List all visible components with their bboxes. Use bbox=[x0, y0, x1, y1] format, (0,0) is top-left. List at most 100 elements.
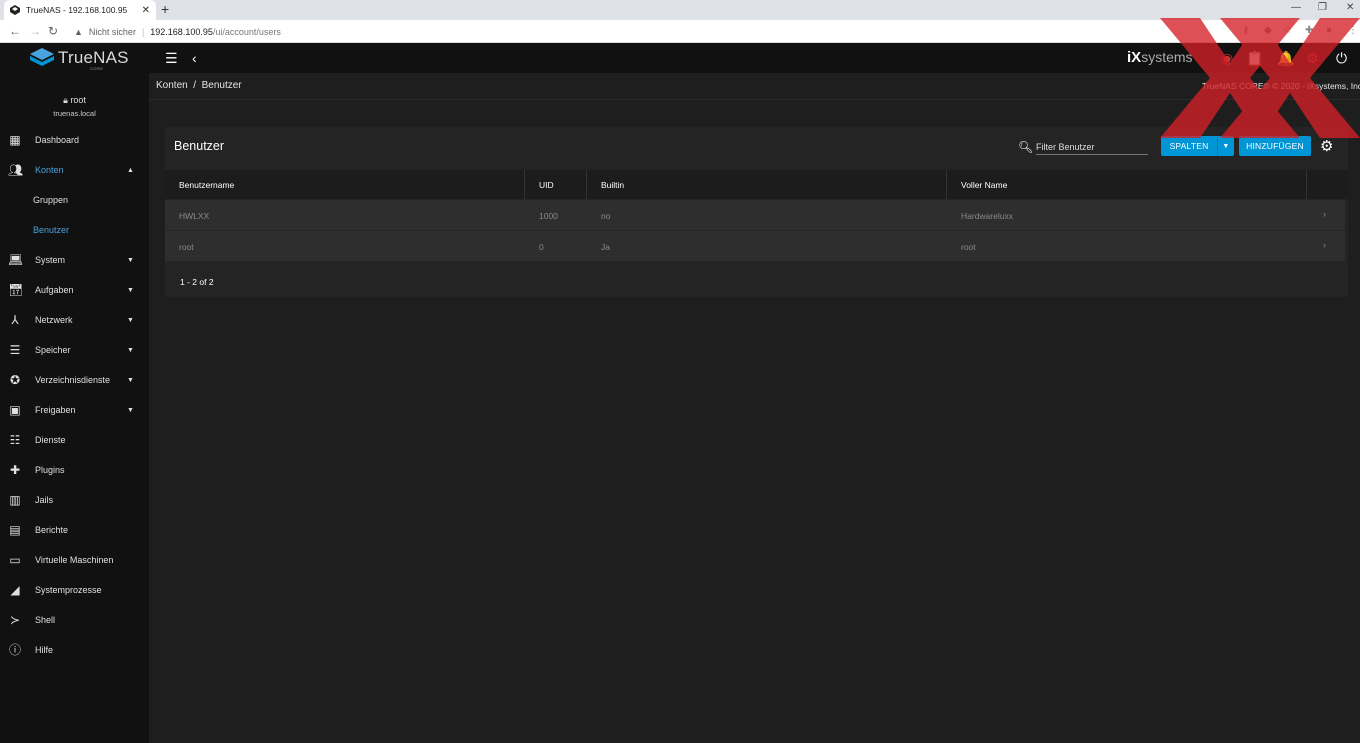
sidebar-item-verzeichnisdienste[interactable]: ✪ Verzeichnisdienste ▼ bbox=[0, 365, 149, 395]
hamburger-menu-icon[interactable]: ☰ bbox=[165, 50, 178, 67]
star-icon[interactable]: ☆ bbox=[1283, 25, 1292, 36]
breadcrumb-trail: Konten / Benutzer bbox=[156, 80, 242, 91]
vendor-prefix: iX bbox=[1127, 49, 1142, 66]
cell-builtin: no bbox=[601, 210, 611, 221]
sidebar-item-label: Konten bbox=[35, 165, 64, 175]
sidebar-item-dienste[interactable]: ☷ Dienste bbox=[0, 425, 149, 455]
sidebar-item-gruppen[interactable]: Gruppen bbox=[0, 185, 149, 215]
browser-tabstrip: TrueNAS - 192.168.100.95 ✕ + — ❐ ✕ bbox=[0, 0, 1360, 20]
sidebar-item-label: Jails bbox=[35, 495, 54, 505]
sidebar-item-freigaben[interactable]: ▣ Freigaben ▼ bbox=[0, 395, 149, 425]
directory-icon: ✪ bbox=[9, 373, 21, 387]
chevron-left-icon[interactable]: ‹ bbox=[192, 50, 197, 66]
column-header-uid[interactable]: UID bbox=[525, 170, 587, 199]
sidebar-item-jails[interactable]: ▥ Jails bbox=[0, 485, 149, 515]
app-topbar: TrueNAS CORE ☰ ‹ iXsystems ◉ 📋 🔔 ⚙ ⏻ bbox=[0, 43, 1360, 73]
breadcrumb-separator: / bbox=[193, 80, 197, 91]
chevron-down-icon: ▼ bbox=[127, 376, 134, 384]
table-settings-gear-icon[interactable]: ⚙ bbox=[1320, 137, 1333, 155]
chevron-down-icon: ▼ bbox=[127, 316, 134, 324]
brand-sub: CORE bbox=[90, 66, 104, 71]
sidebar-item-berichte[interactable]: ▤ Berichte bbox=[0, 515, 149, 545]
users-card: Benutzer 🔍︎ SPALTEN ▼ HINZUFÜGEN ⚙ Benut… bbox=[165, 127, 1348, 297]
breadcrumb-parent[interactable]: Konten bbox=[156, 80, 188, 91]
sidebar-item-system[interactable]: 💻︎ System ▼ bbox=[0, 245, 149, 275]
pagination-info: 1 - 2 of 2 bbox=[180, 277, 214, 287]
forward-arrow-icon[interactable]: → bbox=[29, 24, 41, 38]
sidebar-item-hilfe[interactable]: ⓘ Hilfe bbox=[0, 635, 149, 665]
profile-icon[interactable]: ● bbox=[1326, 25, 1332, 36]
sidebar-item-systemprozesse[interactable]: ◢ Systemprozesse bbox=[0, 575, 149, 605]
chevron-down-icon: ▼ bbox=[127, 406, 134, 414]
storage-icon: ☰ bbox=[9, 343, 21, 357]
power-icon[interactable]: ⏻ bbox=[1336, 50, 1347, 67]
add-user-button[interactable]: HINZUFÜGEN bbox=[1239, 136, 1311, 156]
process-icon: ◢ bbox=[10, 583, 20, 597]
url-field[interactable]: ▲ Nicht sicher | 192.168.100.95 /ui/acco… bbox=[70, 23, 1220, 40]
close-tab-icon[interactable]: ✕ bbox=[142, 5, 150, 16]
reload-icon[interactable]: ↻ bbox=[48, 24, 58, 38]
people-icon: 👥︎ bbox=[8, 163, 24, 177]
sidebar-item-shell[interactable]: ≻ Shell bbox=[0, 605, 149, 635]
browser-address-bar: ← → ↻ ▲ Nicht sicher | 192.168.100.95 /u… bbox=[0, 20, 1360, 43]
back-arrow-icon[interactable]: ← bbox=[9, 24, 21, 38]
url-host: 192.168.100.95 bbox=[150, 26, 213, 37]
sidebar-item-label: Freigaben bbox=[35, 405, 76, 415]
filter-box: 🔍︎ bbox=[1018, 139, 1150, 155]
url-path: /ui/account/users bbox=[212, 26, 281, 37]
info-icon: ⓘ bbox=[8, 643, 21, 657]
columns-dropdown-button[interactable]: ▼ bbox=[1217, 136, 1234, 156]
sidebar-item-label: Berichte bbox=[35, 525, 69, 535]
truenas-logo-mark-icon bbox=[30, 48, 54, 66]
sidebar-item-plugins[interactable]: ✚ Plugins bbox=[0, 455, 149, 485]
ixsystems-logo[interactable]: iXsystems bbox=[1127, 49, 1193, 66]
column-header-full-name[interactable]: Voller Name bbox=[947, 170, 1307, 199]
sidebar-item-label: Dienste bbox=[35, 435, 66, 445]
filter-users-input[interactable] bbox=[1036, 139, 1148, 155]
chevron-up-icon: ▲ bbox=[127, 166, 134, 174]
key-icon[interactable]: ⚷ bbox=[1242, 25, 1249, 36]
browser-tab[interactable]: TrueNAS - 192.168.100.95 ✕ bbox=[4, 0, 156, 20]
new-tab-icon[interactable]: + bbox=[161, 1, 169, 17]
warning-icon: ▲ bbox=[74, 26, 83, 37]
cell-uid: 1000 bbox=[539, 210, 558, 221]
table-row[interactable]: root 0 Ja root › bbox=[165, 231, 1345, 262]
page-title: Benutzer bbox=[174, 139, 225, 153]
table-row[interactable]: HWLXX 1000 no Hardwareluxx › bbox=[165, 200, 1345, 231]
security-label: Nicht sicher bbox=[88, 26, 136, 37]
sidebar-item-label: Shell bbox=[35, 615, 56, 625]
chevron-right-icon[interactable]: › bbox=[1323, 240, 1326, 250]
cell-username: root bbox=[179, 241, 194, 252]
extension-icon[interactable]: ◆ bbox=[1264, 25, 1272, 36]
browser-menu-icon[interactable]: ⋮ bbox=[1348, 25, 1358, 36]
sidebar-item-speicher[interactable]: ☰ Speicher ▼ bbox=[0, 335, 149, 365]
vendor-suffix: systems bbox=[1141, 49, 1193, 65]
cell-full-name: Hardwareluxx bbox=[961, 210, 1013, 221]
chevron-down-icon: ▼ bbox=[127, 286, 134, 294]
minimize-window-icon[interactable]: — bbox=[1291, 2, 1301, 13]
sidebar-item-benutzer[interactable]: Benutzer bbox=[0, 215, 149, 245]
close-window-icon[interactable]: ✕ bbox=[1346, 2, 1354, 13]
sidebar-item-dashboard[interactable]: ▦ Dashboard bbox=[0, 125, 149, 155]
column-header-builtin[interactable]: Builtin bbox=[587, 170, 947, 199]
chevron-down-icon: ▼ bbox=[127, 256, 134, 264]
sidebar-item-aufgaben[interactable]: 📅︎ Aufgaben ▼ bbox=[0, 275, 149, 305]
clipboard-icon[interactable]: 📋 bbox=[1246, 50, 1263, 67]
settings-icon[interactable]: ⚙ bbox=[1306, 50, 1319, 67]
lock-icon: 🔒︎ bbox=[63, 95, 68, 105]
column-header-username[interactable]: Benutzername bbox=[165, 170, 525, 199]
truecommand-icon[interactable]: ◉ bbox=[1221, 50, 1233, 67]
columns-button[interactable]: SPALTEN bbox=[1161, 136, 1217, 156]
user-name-line: 🔒︎ root bbox=[0, 95, 149, 106]
chevron-right-icon[interactable]: › bbox=[1323, 209, 1326, 219]
puzzle-extension-icon[interactable]: ✚ bbox=[1305, 25, 1313, 36]
puzzle-icon: ✚ bbox=[9, 463, 21, 477]
sidebar-item-label: Dashboard bbox=[35, 135, 80, 145]
sidebar-item-netzwerk[interactable]: ⅄ Netzwerk ▼ bbox=[0, 305, 149, 335]
sliders-icon: ☷ bbox=[9, 433, 21, 447]
bell-icon[interactable]: 🔔 bbox=[1277, 50, 1294, 67]
sidebar-item-konten[interactable]: 👥︎ Konten ▲ bbox=[0, 155, 149, 185]
truenas-logo[interactable]: TrueNAS CORE bbox=[30, 48, 129, 71]
restore-window-icon[interactable]: ❐ bbox=[1318, 2, 1327, 13]
sidebar-item-virtuelle-maschinen[interactable]: ▭ Virtuelle Maschinen bbox=[0, 545, 149, 575]
